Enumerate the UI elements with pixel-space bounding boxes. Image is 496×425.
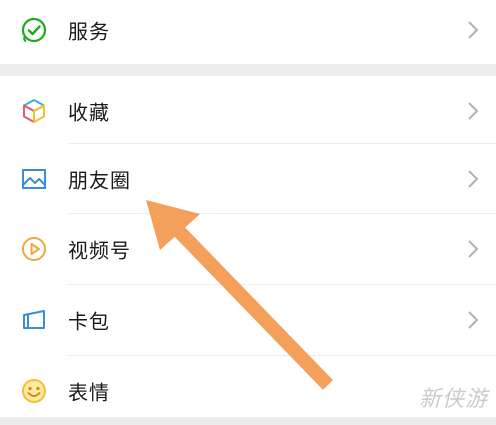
watermark-text: 新侠游 <box>418 387 488 412</box>
menu-item-services[interactable]: 服务 <box>0 0 496 65</box>
menu-item-label: 服务 <box>68 19 110 44</box>
menu-item-label: 朋友圈 <box>68 168 131 193</box>
services-icon <box>18 14 50 46</box>
chevron-right-icon <box>468 102 479 120</box>
menu-item-label: 收藏 <box>68 100 110 125</box>
menu-item-favorites[interactable]: 收藏 <box>0 76 496 146</box>
chevron-right-icon <box>468 21 479 39</box>
menu-item-channels[interactable]: 视频号 <box>0 214 496 284</box>
menu-item-label: 卡包 <box>68 309 110 334</box>
favorites-cube-icon <box>18 95 50 127</box>
menu-item-label: 视频号 <box>68 238 131 263</box>
chevron-right-icon <box>468 240 479 258</box>
chevron-right-icon <box>468 311 479 329</box>
section-separator <box>0 64 496 76</box>
sticker-smiley-icon <box>18 375 50 407</box>
menu-item-label: 表情 <box>68 380 110 405</box>
me-tab-screen: 服务 收藏 朋友圈 视频号 卡包 表情 新侠游 <box>0 0 496 425</box>
card-wallet-icon <box>18 304 50 336</box>
chevron-right-icon <box>468 170 479 188</box>
moments-photo-icon <box>18 163 50 195</box>
menu-item-cards[interactable]: 卡包 <box>0 285 496 355</box>
menu-item-moments[interactable]: 朋友圈 <box>0 144 496 214</box>
section-separator <box>0 417 496 425</box>
channels-play-icon <box>18 233 50 265</box>
